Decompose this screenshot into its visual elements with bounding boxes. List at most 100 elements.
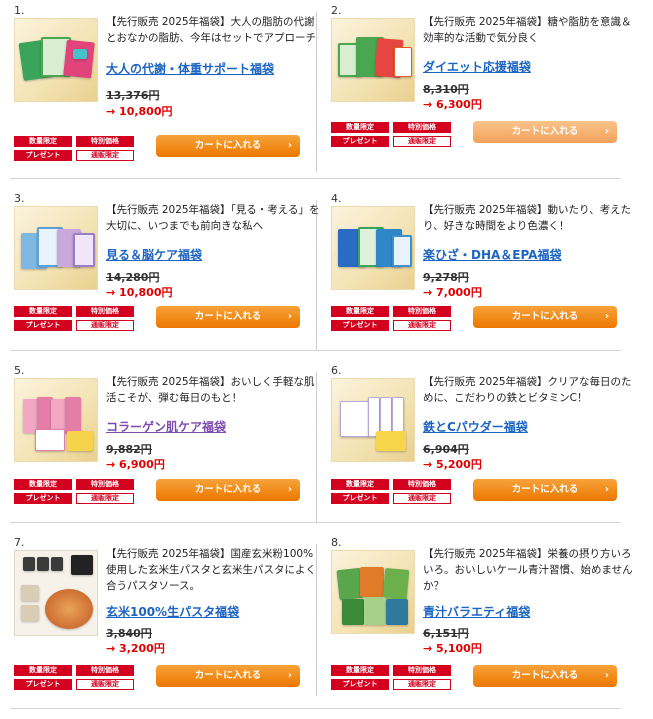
product-title-link[interactable]: 青汁バラエティ福袋 (423, 603, 639, 620)
badge-special-price: 特別価格 (76, 479, 134, 490)
original-price: 9,882円 (106, 443, 152, 456)
product-item-6: 6. 【先行販売 2025年福袋】クリアな毎日のために、こだわりの鉄とビタミンC… (327, 364, 633, 535)
original-price: 13,376円 (106, 89, 160, 102)
chevron-right-icon: › (604, 311, 609, 322)
badge-present: プレゼント (331, 679, 389, 690)
sale-price: → 6,900円 (106, 458, 165, 471)
product-title-link[interactable]: ダイエット応援福袋 (423, 58, 639, 75)
product-title-link[interactable]: コラーゲン肌ケア福袋 (106, 418, 322, 435)
add-to-cart-button[interactable]: カートに入れる › (473, 665, 617, 687)
badge-limited-quantity: 数量限定 (14, 306, 72, 317)
product-item-8: 8. 【先行販売 2025年福袋】栄養の摂り方いろいろ。おいしいケール青汁習慣、… (327, 536, 633, 707)
original-price: 14,280円 (106, 271, 160, 284)
product-description: 【先行販売 2025年福袋】「見る・考える」を大切に、いつまでも前向きな私へ (106, 204, 320, 232)
product-item-1: 1. 【先行販売 2025年福袋】大人の脂肪の代謝とおなかの脂肪、今年はセットで… (10, 4, 316, 175)
item-number: 2. (331, 4, 342, 17)
add-to-cart-button[interactable]: カートに入れる › (473, 479, 617, 501)
product-image-5[interactable] (14, 378, 98, 462)
product-row-2: 3. 【先行販売 2025年福袋】「見る・考える」を大切に、いつまでも前向きな私… (0, 192, 653, 363)
badge-online-only: 通販限定 (76, 320, 134, 331)
product-description: 【先行販売 2025年福袋】糖や脂肪を意識＆効率的な活動で気分良く (423, 16, 632, 44)
product-description: 【先行販売 2025年福袋】栄養の摂り方いろいろ。おいしいケール青汁習慣、始めま… (423, 548, 633, 592)
product-row-1: 1. 【先行販売 2025年福袋】大人の脂肪の代謝とおなかの脂肪、今年はセットで… (0, 4, 653, 175)
chevron-right-icon: › (604, 670, 609, 681)
product-image-7[interactable] (14, 550, 98, 636)
badge-online-only: 通販限定 (76, 150, 134, 161)
badge-limited-quantity: 数量限定 (14, 136, 72, 147)
product-title-link[interactable]: 見る＆脳ケア福袋 (106, 246, 322, 263)
product-grid: 1. 【先行販売 2025年福袋】大人の脂肪の代謝とおなかの脂肪、今年はセットで… (0, 0, 653, 719)
cart-button-label: カートに入れる (194, 311, 262, 322)
item-number: 3. (14, 192, 25, 205)
product-image-4[interactable] (331, 206, 415, 290)
item-number: 1. (14, 4, 25, 17)
cart-button-label: カートに入れる (194, 484, 262, 495)
row-divider (10, 178, 621, 179)
product-image-1[interactable] (14, 18, 98, 102)
cart-button-label: カートに入れる (194, 670, 262, 681)
original-price: 6,904円 (423, 443, 469, 456)
sale-price: → 5,200円 (423, 458, 482, 471)
cart-button-label: カートに入れる (511, 126, 579, 137)
item-number: 7. (14, 536, 25, 549)
product-title-link[interactable]: 玄米100%生パスタ福袋 (106, 603, 322, 620)
badge-present: プレゼント (14, 320, 72, 331)
badge-limited-quantity: 数量限定 (331, 665, 389, 676)
badge-online-only: 通販限定 (393, 136, 451, 147)
badge-limited-quantity: 数量限定 (331, 122, 389, 133)
chevron-right-icon: › (287, 484, 292, 495)
chevron-right-icon: › (604, 126, 609, 137)
product-item-3: 3. 【先行販売 2025年福袋】「見る・考える」を大切に、いつまでも前向きな私… (10, 192, 320, 363)
item-number: 4. (331, 192, 342, 205)
cart-button-label: カートに入れる (511, 311, 579, 322)
badge-present: プレゼント (14, 679, 72, 690)
product-item-5: 5. 【先行販売 2025年福袋】おいしく手軽な肌活こそが、弾む毎日のもと！ コ… (10, 364, 316, 535)
chevron-right-icon: › (287, 670, 292, 681)
chevron-right-icon: › (287, 140, 292, 151)
add-to-cart-button[interactable]: カートに入れる › (156, 479, 300, 501)
product-title-link[interactable]: 大人の代謝・体重サポート福袋 (106, 60, 322, 77)
badge-special-price: 特別価格 (393, 306, 451, 317)
sale-price: → 3,200円 (106, 642, 165, 655)
sale-price: → 10,800円 (106, 286, 173, 299)
badge-limited-quantity: 数量限定 (14, 479, 72, 490)
product-image-8[interactable] (331, 550, 415, 634)
badge-limited-quantity: 数量限定 (14, 665, 72, 676)
badge-present: プレゼント (14, 150, 72, 161)
sale-price: → 10,800円 (106, 105, 173, 118)
sale-price: → 6,300円 (423, 98, 482, 111)
add-to-cart-button[interactable]: カートに入れる › (156, 306, 300, 328)
cart-button-label: カートに入れる (511, 670, 579, 681)
product-image-3[interactable] (14, 206, 98, 290)
product-item-2: 2. 【先行販売 2025年福袋】糖や脂肪を意識＆効率的な活動で気分良く ダイエ… (327, 4, 633, 175)
product-description: 【先行販売 2025年福袋】大人の脂肪の代謝とおなかの脂肪、今年はセットでアプロ… (106, 16, 316, 44)
badge-online-only: 通販限定 (393, 320, 451, 331)
item-number: 8. (331, 536, 342, 549)
product-image-6[interactable] (331, 378, 415, 462)
add-to-cart-button[interactable]: カートに入れる › (156, 135, 300, 157)
product-item-4: 4. 【先行販売 2025年福袋】動いたり、考えたり、好きな時間をより色濃く！ … (327, 192, 633, 363)
product-description: 【先行販売 2025年福袋】おいしく手軽な肌活こそが、弾む毎日のもと！ (106, 376, 315, 404)
product-image-2[interactable] (331, 18, 415, 102)
badge-limited-quantity: 数量限定 (331, 306, 389, 317)
product-row-4: 7. 【先行販売 2025年福袋】国産玄米粉100%使用した玄米生パスタと玄米生… (0, 536, 653, 707)
badge-special-price: 特別価格 (76, 136, 134, 147)
product-item-7: 7. 【先行販売 2025年福袋】国産玄米粉100%使用した玄米生パスタと玄米生… (10, 536, 316, 707)
row-divider (10, 522, 621, 523)
add-to-cart-button[interactable]: カートに入れる › (156, 665, 300, 687)
badge-special-price: 特別価格 (76, 665, 134, 676)
badge-online-only: 通販限定 (76, 679, 134, 690)
badge-present: プレゼント (331, 493, 389, 504)
badge-online-only: 通販限定 (393, 493, 451, 504)
badge-special-price: 特別価格 (393, 479, 451, 490)
badge-present: プレゼント (14, 493, 72, 504)
badge-online-only: 通販限定 (76, 493, 134, 504)
add-to-cart-button[interactable]: カートに入れる › (473, 306, 617, 328)
product-title-link[interactable]: 楽ひざ・DHA＆EPA福袋 (423, 246, 639, 263)
original-price: 8,310円 (423, 83, 469, 96)
add-to-cart-button[interactable]: カートに入れる › (473, 121, 617, 143)
cart-button-label: カートに入れる (194, 140, 262, 151)
product-title-link[interactable]: 鉄とCパウダー福袋 (423, 418, 639, 435)
badge-present: プレゼント (331, 136, 389, 147)
badge-present: プレゼント (331, 320, 389, 331)
